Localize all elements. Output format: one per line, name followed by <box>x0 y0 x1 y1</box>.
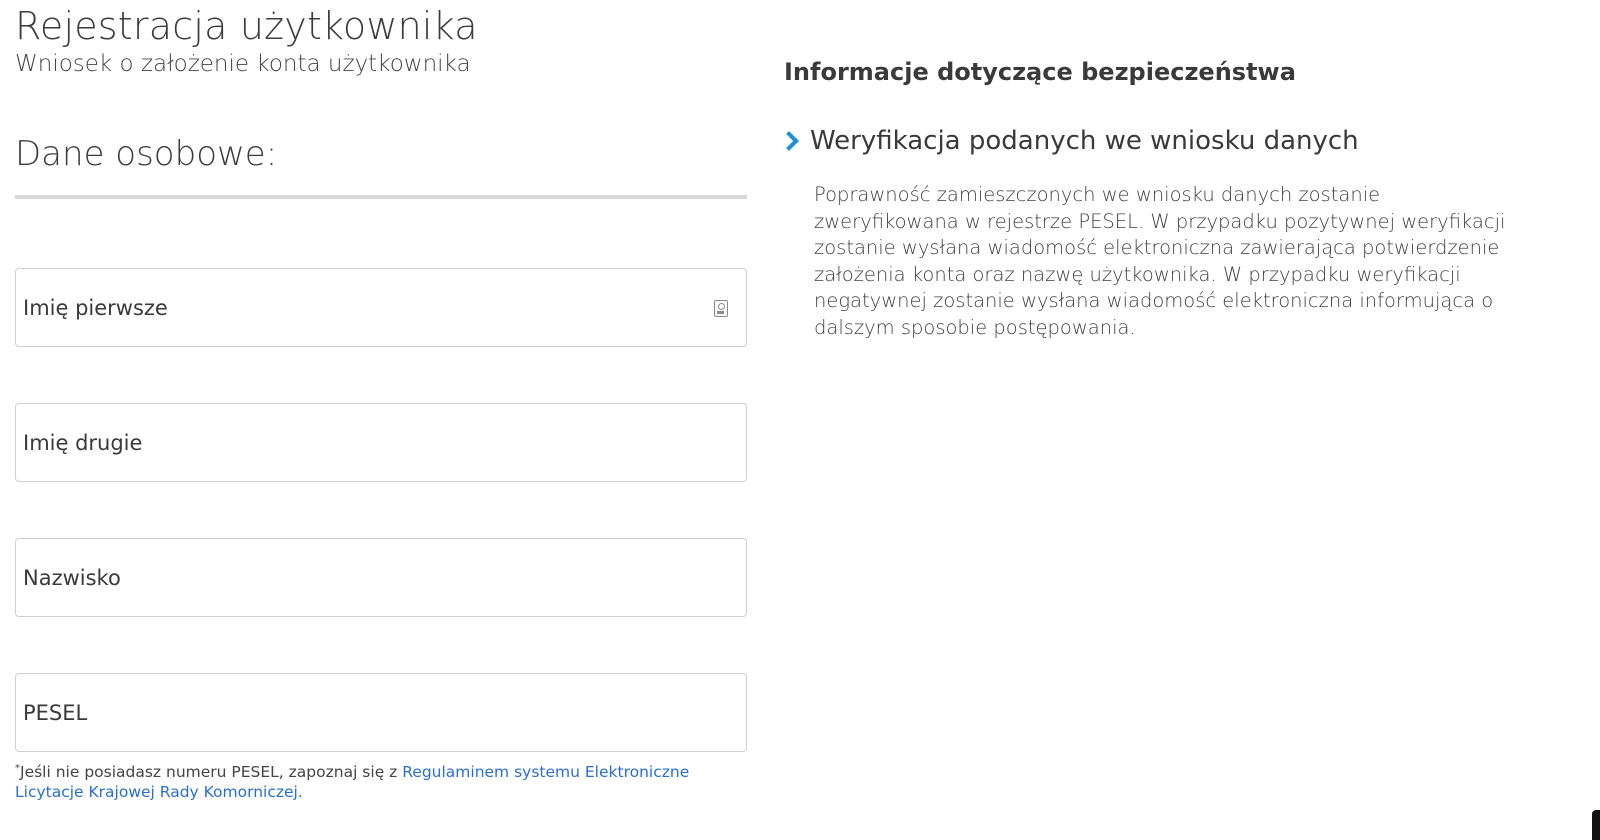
security-info-title: Informacje dotyczące bezpieczeństwa <box>784 58 1296 86</box>
page-title: Rejestracja użytkownika <box>15 4 478 48</box>
surname-field <box>15 538 747 617</box>
verification-accordion-title: Weryfikacja podanych we wniosku danych <box>810 126 1359 156</box>
surname-input[interactable] <box>16 539 746 616</box>
pesel-note: *Jeśli nie posiadasz numeru PESEL, zapoz… <box>15 759 755 802</box>
registration-form-panel: Rejestracja użytkownika Wniosek o założe… <box>15 0 747 801</box>
section-divider <box>15 195 747 199</box>
verification-accordion-header[interactable]: Weryfikacja podanych we wniosku danych <box>779 126 1359 156</box>
contact-card-icon[interactable] <box>714 300 728 317</box>
second-name-field <box>15 403 747 482</box>
pesel-note-text: Jeśli nie posiadasz numeru PESEL, zapozn… <box>20 763 403 782</box>
second-name-input[interactable] <box>16 404 746 481</box>
page-subtitle: Wniosek o założenie konta użytkownika <box>15 51 471 77</box>
verification-accordion-body: Poprawność zamieszczonych we wniosku dan… <box>814 183 1506 339</box>
edge-widget[interactable] <box>1592 810 1600 840</box>
pesel-field <box>15 673 747 752</box>
chevron-right-icon <box>779 131 799 151</box>
first-name-input[interactable] <box>16 269 746 346</box>
pesel-input[interactable] <box>16 674 746 751</box>
section-title: Dane osobowe: <box>15 134 278 174</box>
first-name-field <box>15 268 747 347</box>
